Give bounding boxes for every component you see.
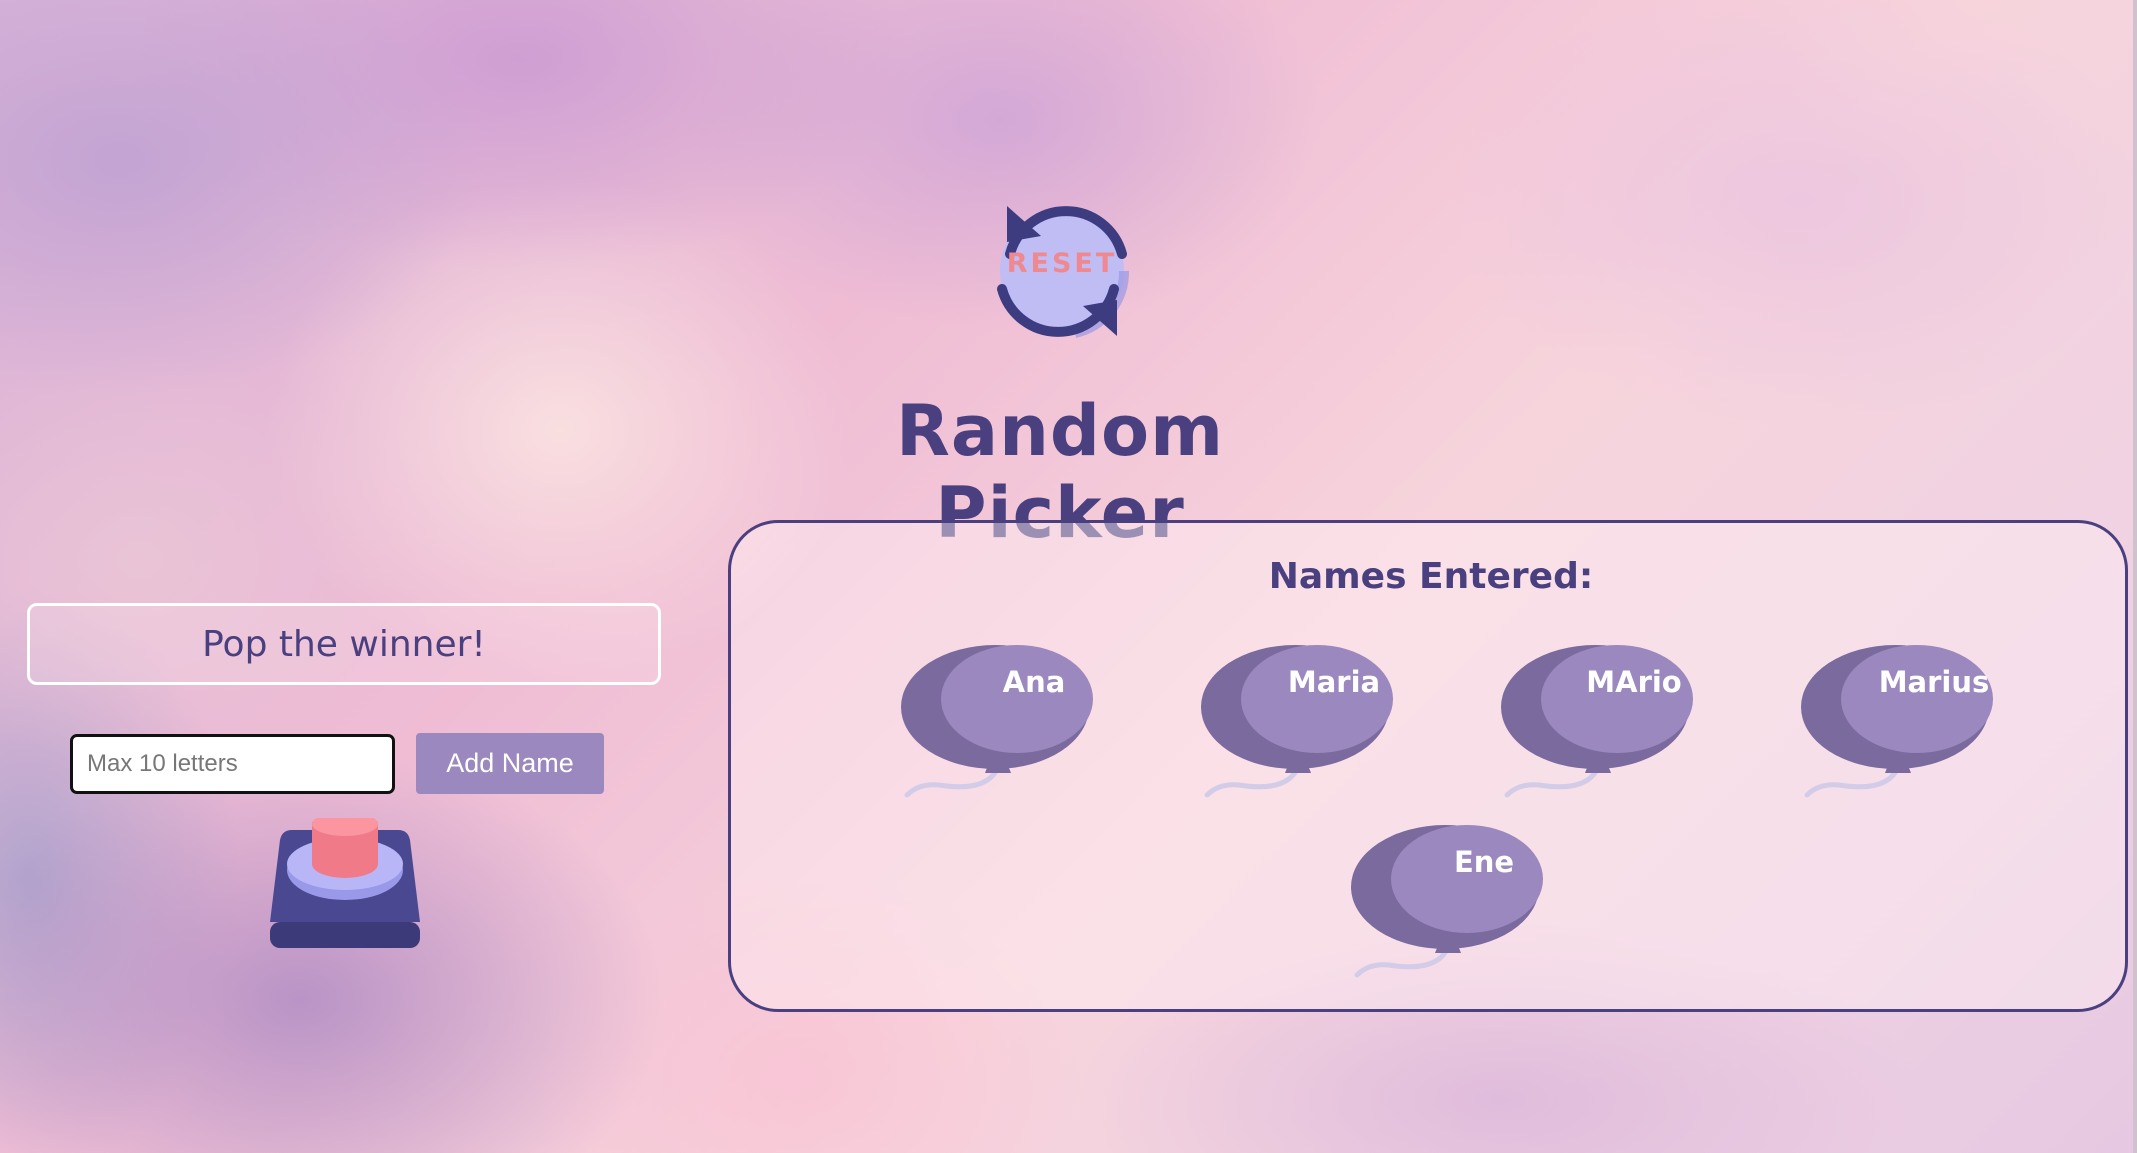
- window-edge: [2133, 0, 2137, 1153]
- balloon-label: Marius: [1878, 665, 1990, 699]
- reset-label: RESET: [1006, 248, 1118, 279]
- balloon-label: MArio: [1586, 665, 1682, 699]
- names-heading: Names Entered:: [1268, 556, 1594, 597]
- name-input[interactable]: [70, 734, 395, 794]
- balloon-item[interactable]: Marius: [1799, 625, 2019, 815]
- balloon-item[interactable]: Ene: [1349, 805, 1569, 995]
- reset-button[interactable]: RESET: [985, 194, 1139, 348]
- balloon-item[interactable]: Maria: [1199, 625, 1419, 815]
- add-name-button[interactable]: Add Name: [416, 733, 604, 794]
- balloon-icon: [1501, 645, 1693, 798]
- balloon-icon: [1801, 645, 1993, 798]
- winner-display: Pop the winner!: [27, 603, 661, 685]
- balloon-icon: [901, 645, 1093, 798]
- big-push-button-icon: [270, 812, 420, 948]
- balloon-item[interactable]: MArio: [1499, 625, 1719, 815]
- names-panel: Names Entered: Ana Maria MArio Marius En…: [728, 520, 2128, 1012]
- balloon-label: Ana: [1002, 665, 1066, 699]
- balloon-label: Maria: [1287, 665, 1381, 699]
- balloon-icon: [1351, 825, 1543, 978]
- balloon-item[interactable]: Ana: [899, 625, 1119, 815]
- balloon-icon: [1201, 645, 1393, 798]
- pop-winner-button[interactable]: [268, 812, 422, 950]
- balloon-label: Ene: [1453, 845, 1515, 879]
